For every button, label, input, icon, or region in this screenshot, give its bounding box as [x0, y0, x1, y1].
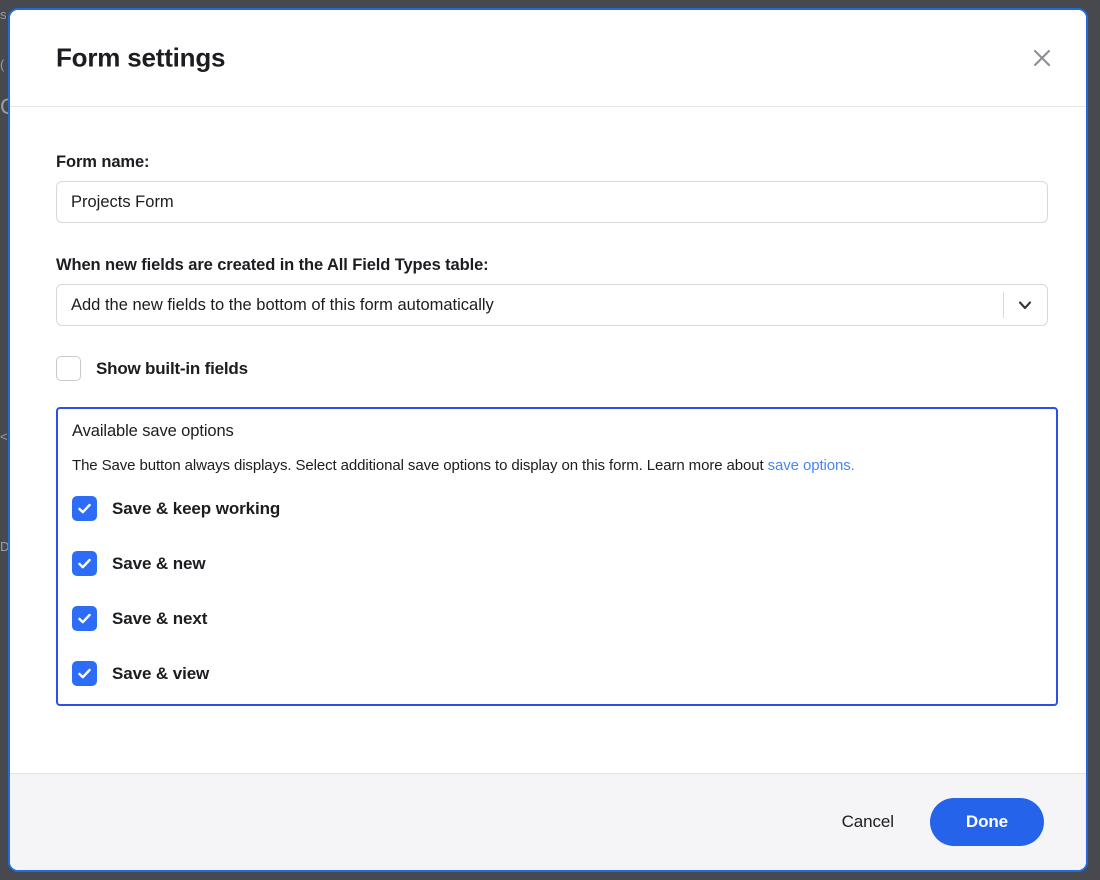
save-options-list: Save & keep working Save & new Save & ne… [72, 496, 1042, 686]
save-options-title: Available save options [72, 422, 234, 440]
new-fields-label: When new fields are created in the All F… [56, 256, 489, 274]
chevron-down-icon[interactable] [1014, 294, 1036, 316]
save-option-label-0: Save & keep working [112, 498, 281, 518]
form-name-input[interactable] [56, 181, 1048, 223]
backdrop-bleed-text-2: C [0, 94, 8, 119]
done-button[interactable]: Done [929, 798, 1044, 846]
save-option-checkbox-2[interactable] [72, 606, 97, 631]
save-option-label-1: Save & new [112, 553, 206, 573]
close-icon [1031, 47, 1053, 69]
save-option-checkbox-3[interactable] [72, 661, 97, 686]
save-option-label-2: Save & next [112, 608, 208, 628]
save-option-checkbox-1[interactable] [72, 551, 97, 576]
save-option-label-3: Save & view [112, 663, 210, 683]
page-title: Form settings [56, 42, 226, 73]
show-built-in-fields-label: Show built-in fields [96, 358, 248, 378]
save-options-description-text: The Save button always displays. Select … [72, 457, 768, 474]
backdrop-bleed-text-3: < [0, 429, 8, 444]
save-option-row-2[interactable]: Save & next [72, 606, 1042, 631]
backdrop-bleed-text-0: s [0, 7, 7, 22]
close-button[interactable] [1022, 38, 1062, 78]
save-options-link[interactable]: save options. [768, 457, 855, 474]
select-divider [1003, 292, 1004, 318]
save-option-row-0[interactable]: Save & keep working [72, 496, 1042, 521]
dialog-header: Form settings [10, 10, 1086, 107]
save-options-description: The Save button always displays. Select … [72, 457, 1042, 474]
form-name-label: Form name: [56, 153, 150, 171]
page-backdrop: s ( C < D [0, 0, 8, 880]
form-settings-dialog: Form settings Form name: When new fields… [8, 8, 1088, 872]
backdrop-bleed-text-1: ( [0, 57, 5, 72]
available-save-options-panel: Available save options The Save button a… [56, 407, 1058, 706]
new-fields-select-value[interactable]: Add the new fields to the bottom of this… [56, 284, 1048, 326]
save-option-row-1[interactable]: Save & new [72, 551, 1042, 576]
dialog-body: Form name: When new fields are created i… [10, 107, 1086, 773]
show-built-in-fields-checkbox-row[interactable]: Show built-in fields [56, 356, 1040, 381]
save-option-row-3[interactable]: Save & view [72, 661, 1042, 686]
show-built-in-fields-checkbox[interactable] [56, 356, 81, 381]
cancel-button[interactable]: Cancel [828, 802, 908, 842]
dialog-footer: Cancel Done [10, 773, 1086, 870]
new-fields-select[interactable]: Add the new fields to the bottom of this… [56, 284, 1048, 326]
backdrop-bleed-text-4: D [0, 539, 8, 554]
save-option-checkbox-0[interactable] [72, 496, 97, 521]
